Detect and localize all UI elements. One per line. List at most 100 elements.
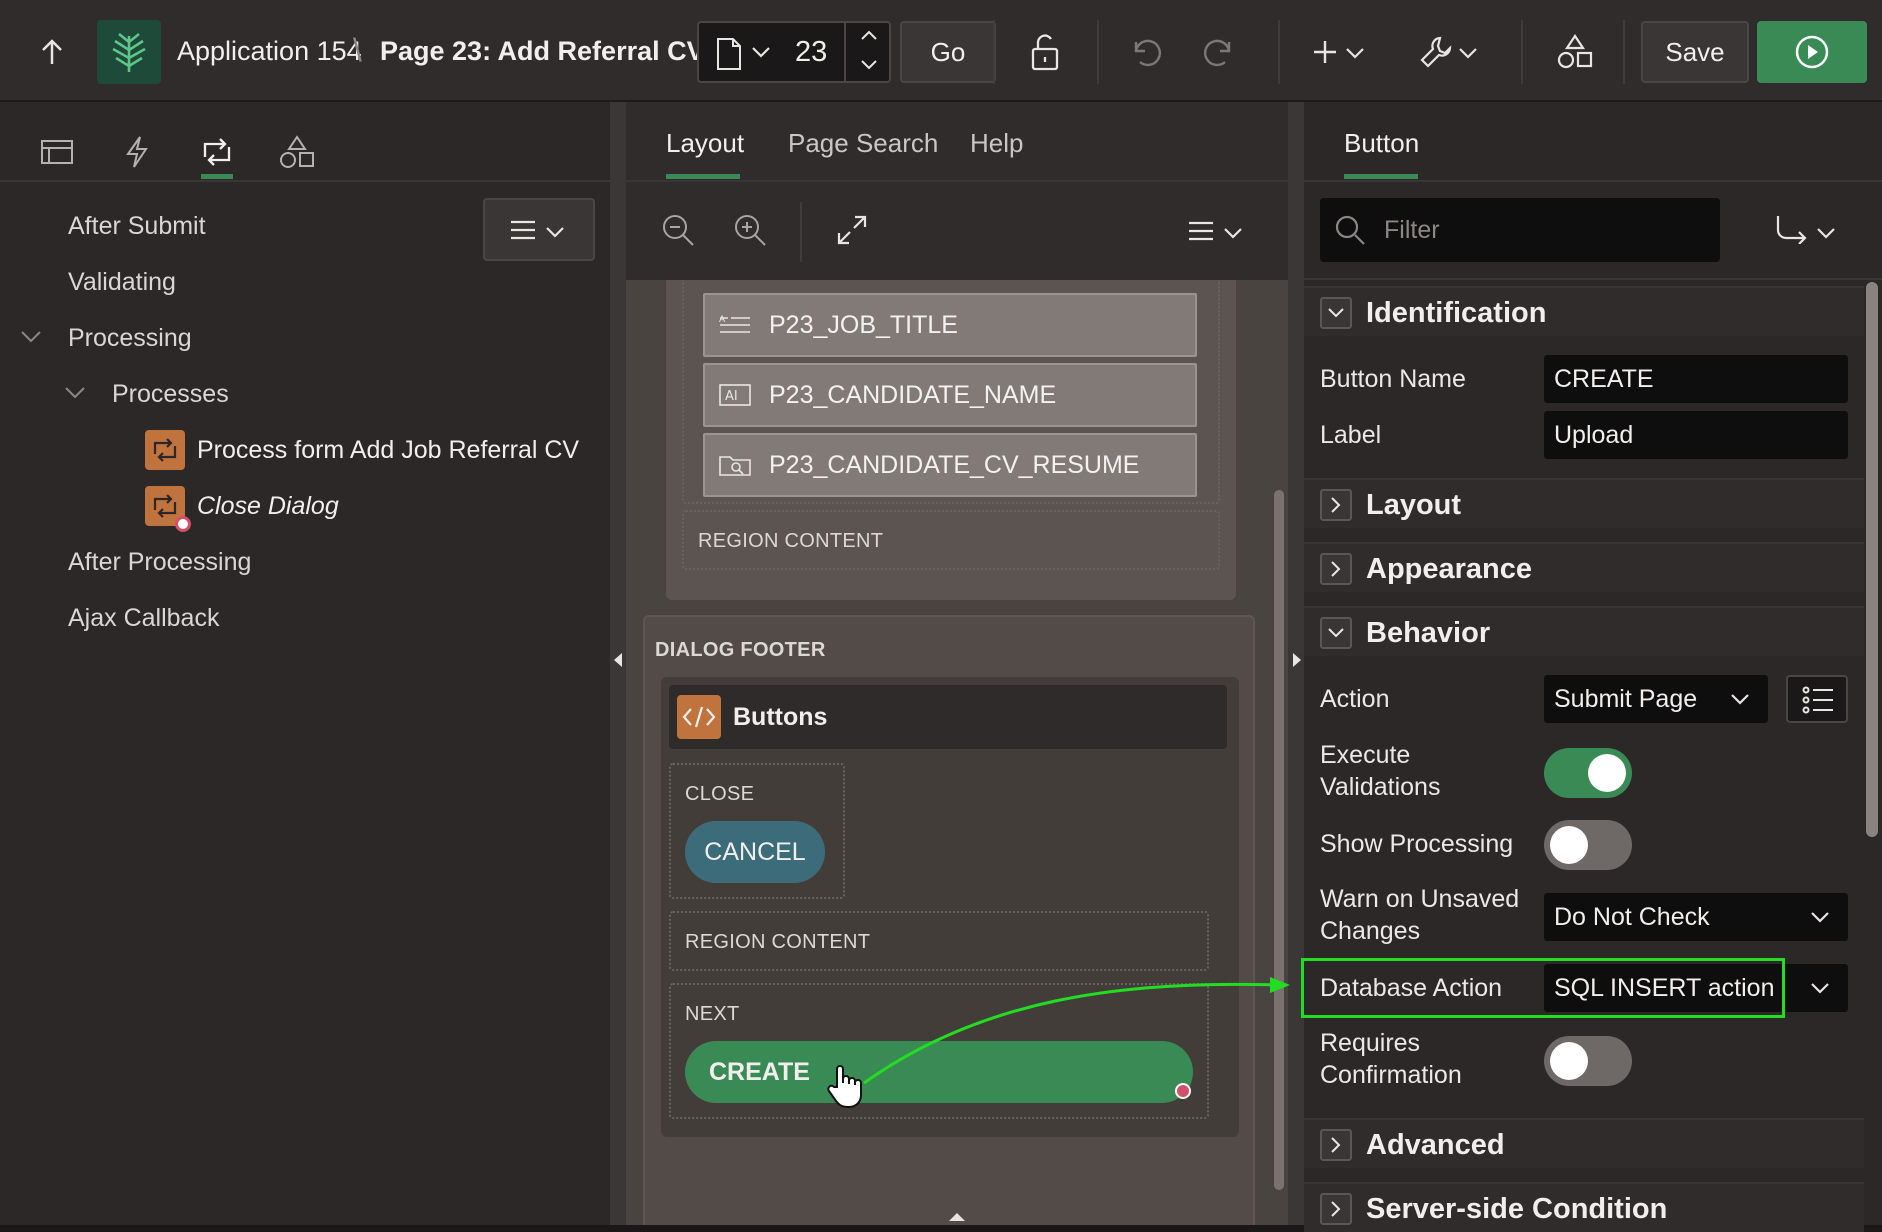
toolbar-separator bbox=[1521, 20, 1523, 84]
item-p23-job-title[interactable]: A P23_JOB_TITLE bbox=[703, 293, 1197, 357]
collapse-right-icon bbox=[1293, 653, 1301, 667]
button-name-label: Button Name bbox=[1320, 365, 1466, 393]
chevron-down-icon[interactable] bbox=[860, 59, 878, 71]
rendering-icon bbox=[41, 140, 73, 164]
tab-shared-components[interactable] bbox=[267, 122, 327, 182]
section-advanced-header[interactable]: Advanced bbox=[1304, 1118, 1864, 1168]
right-splitter[interactable] bbox=[1288, 102, 1304, 1225]
cancel-button[interactable]: CANCEL bbox=[685, 821, 825, 883]
breadcrumb-app[interactable]: Application 154 bbox=[177, 36, 362, 67]
run-page-button[interactable] bbox=[1757, 21, 1867, 83]
plus-icon[interactable] bbox=[1311, 38, 1339, 66]
action-select[interactable]: Submit Page bbox=[1544, 675, 1768, 723]
tab-help[interactable]: Help bbox=[970, 128, 1023, 159]
redo-icon[interactable] bbox=[1201, 34, 1237, 70]
chevron-down-icon[interactable] bbox=[1223, 226, 1243, 240]
collapse-left-icon bbox=[614, 653, 622, 667]
tree-logo-icon bbox=[112, 32, 146, 72]
tab-button[interactable]: Button bbox=[1344, 128, 1419, 159]
section-layout-header[interactable]: Layout bbox=[1304, 478, 1864, 528]
unlock-icon[interactable] bbox=[1027, 33, 1063, 71]
tree-item-close-dialog[interactable]: Close Dialog bbox=[197, 492, 339, 521]
tab-layout-underline bbox=[666, 174, 740, 179]
chevron-down-icon[interactable] bbox=[1345, 46, 1365, 60]
wrench-icon[interactable] bbox=[1418, 34, 1454, 70]
property-editor-scrollbar[interactable] bbox=[1866, 282, 1878, 837]
layout-canvas: A P23_JOB_TITLE AI P23_CANDIDATE_NAME P2… bbox=[626, 280, 1288, 1225]
chevron-down-icon[interactable] bbox=[20, 330, 42, 344]
show-processing-toggle[interactable] bbox=[1544, 820, 1632, 870]
item-p23-candidate-name[interactable]: AI P23_CANDIDATE_NAME bbox=[703, 363, 1197, 427]
app-logo[interactable] bbox=[97, 20, 161, 84]
region-content-slot[interactable]: REGION CONTENT bbox=[669, 911, 1209, 971]
execute-validations-toggle[interactable] bbox=[1544, 748, 1632, 798]
item-p23-candidate-cv-resume[interactable]: P23_CANDIDATE_CV_RESUME bbox=[703, 433, 1197, 497]
chevron-up-icon[interactable] bbox=[860, 29, 878, 41]
tree-item-ajax-callback[interactable]: Ajax Callback bbox=[68, 604, 219, 633]
page-number-input[interactable]: 23 bbox=[795, 36, 827, 69]
tab-dynamic-actions[interactable] bbox=[107, 122, 167, 182]
buttons-region-header: Buttons bbox=[669, 685, 1227, 749]
chevron-down-icon[interactable] bbox=[1816, 226, 1836, 240]
section-identification-header[interactable]: Identification bbox=[1304, 286, 1864, 336]
toolbar-separator bbox=[1097, 20, 1099, 84]
label-label: Label bbox=[1320, 421, 1382, 449]
tree-item-validating[interactable]: Validating bbox=[68, 268, 176, 297]
right-panel-property-editor: Button Filter Identification Button Name… bbox=[1301, 102, 1882, 1232]
chevron-down-icon[interactable] bbox=[751, 45, 771, 59]
breadcrumb-page[interactable]: Page 23: Add Referral CV bbox=[380, 36, 705, 67]
chevron-right-icon[interactable] bbox=[1320, 553, 1352, 585]
page-icon bbox=[715, 37, 743, 71]
tree-item-after-submit[interactable]: After Submit bbox=[68, 212, 206, 241]
arrow-up-icon[interactable] bbox=[36, 36, 68, 68]
create-button[interactable]: CREATE bbox=[685, 1041, 1193, 1108]
tree-item-processes[interactable]: Processes bbox=[112, 380, 229, 409]
chevron-right-icon[interactable] bbox=[1320, 1193, 1352, 1225]
execute-validations-label: Execute Validations bbox=[1320, 741, 1441, 801]
database-action-highlight bbox=[1301, 958, 1785, 1018]
tree-item-after-processing[interactable]: After Processing bbox=[68, 548, 251, 577]
tab-processing[interactable] bbox=[187, 122, 247, 182]
tree-menu-button[interactable] bbox=[483, 198, 595, 261]
button-name-input[interactable]: CREATE bbox=[1544, 355, 1848, 403]
tab-page-search[interactable]: Page Search bbox=[788, 128, 938, 159]
section-behavior-header[interactable]: Behavior bbox=[1304, 606, 1864, 656]
page-selector[interactable]: 23 bbox=[697, 21, 891, 83]
menu-lines-icon[interactable] bbox=[1188, 220, 1214, 242]
close-position-slot: CLOSE CANCEL bbox=[669, 763, 845, 899]
region-content-slot[interactable]: REGION CONTENT bbox=[682, 510, 1220, 570]
chevron-down-icon[interactable] bbox=[64, 386, 86, 400]
chevron-down-icon[interactable] bbox=[1320, 297, 1352, 329]
tab-layout[interactable]: Layout bbox=[666, 128, 744, 159]
expand-icon[interactable] bbox=[836, 214, 868, 246]
tree-item-process-form[interactable]: Process form Add Job Referral CV bbox=[197, 436, 579, 465]
next-position-slot: NEXT CREATE bbox=[669, 983, 1209, 1119]
hand-cursor-icon bbox=[825, 1063, 865, 1114]
action-list-button[interactable] bbox=[1786, 675, 1848, 723]
undo-icon[interactable] bbox=[1128, 34, 1164, 70]
chevron-down-icon bbox=[1811, 983, 1829, 994]
go-to-group-icon[interactable] bbox=[1774, 214, 1808, 244]
tab-rendering[interactable] bbox=[27, 122, 87, 182]
action-label: Action bbox=[1320, 685, 1390, 713]
buttons-region[interactable]: Buttons CLOSE CANCEL REGION CONTENT NEXT bbox=[661, 677, 1239, 1137]
go-button[interactable]: Go bbox=[900, 21, 996, 83]
filter-input[interactable]: Filter bbox=[1320, 198, 1720, 262]
save-button[interactable]: Save bbox=[1641, 21, 1749, 83]
collapse-bottom-icon[interactable] bbox=[948, 1210, 966, 1222]
warn-unsaved-select[interactable]: Do Not Check bbox=[1544, 893, 1848, 941]
chevron-right-icon[interactable] bbox=[1320, 489, 1352, 521]
zoom-out-icon[interactable] bbox=[660, 212, 696, 248]
chevron-down-icon[interactable] bbox=[1320, 617, 1352, 649]
label-input[interactable]: Upload bbox=[1544, 411, 1848, 459]
shapes-icon[interactable] bbox=[1557, 33, 1593, 71]
canvas-scrollbar[interactable] bbox=[1274, 490, 1284, 1190]
page-stepper[interactable] bbox=[844, 23, 891, 81]
chevron-down-icon[interactable] bbox=[1458, 46, 1478, 60]
section-appearance-header[interactable]: Appearance bbox=[1304, 542, 1864, 592]
tree-item-processing[interactable]: Processing bbox=[68, 324, 192, 353]
left-splitter[interactable] bbox=[610, 102, 626, 1225]
chevron-right-icon[interactable] bbox=[1320, 1129, 1352, 1161]
zoom-in-icon[interactable] bbox=[732, 212, 768, 248]
requires-confirmation-toggle[interactable] bbox=[1544, 1036, 1632, 1086]
